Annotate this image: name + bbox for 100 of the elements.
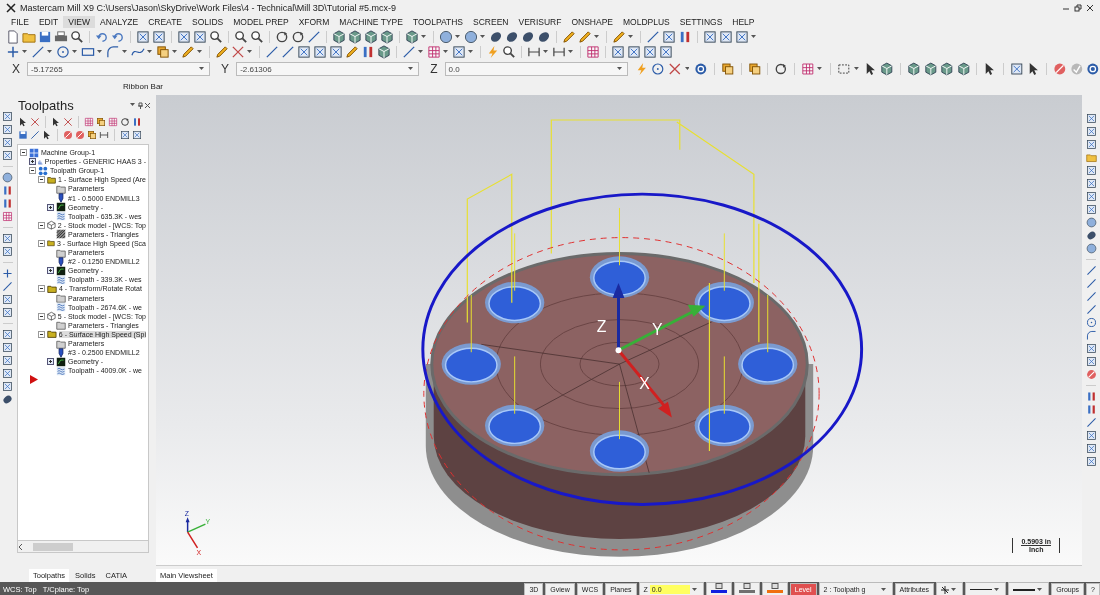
collapse-icon[interactable] [38, 312, 45, 320]
cube-icon[interactable] [906, 62, 921, 76]
grid-icon[interactable] [108, 116, 118, 127]
grid-icon[interactable] [84, 116, 94, 127]
frame-icon[interactable] [1085, 178, 1097, 189]
magnifier-icon[interactable] [70, 29, 84, 44]
frame-icon[interactable] [1085, 204, 1097, 215]
frame-icon[interactable] [136, 29, 150, 44]
disk-icon[interactable] [505, 29, 519, 44]
frame-icon[interactable] [2, 329, 13, 340]
bars-icon[interactable] [1085, 391, 1097, 402]
grid-icon[interactable] [427, 44, 441, 59]
frame-icon[interactable] [1085, 430, 1097, 441]
frame-icon[interactable] [703, 29, 717, 44]
line-icon[interactable] [2, 281, 13, 292]
menu-item[interactable]: SETTINGS [674, 16, 728, 28]
frame-icon[interactable] [1085, 165, 1097, 176]
pencil-icon[interactable] [612, 29, 626, 44]
layers-icon[interactable] [721, 62, 735, 76]
frame-icon[interactable] [2, 137, 13, 148]
frame-icon[interactable] [1085, 356, 1097, 367]
layers-icon[interactable] [156, 44, 170, 59]
frame-icon[interactable] [297, 44, 311, 59]
point-style-dropdown[interactable] [936, 582, 964, 595]
caret-icon[interactable] [684, 67, 690, 71]
frame-icon[interactable] [1085, 191, 1097, 202]
color-button[interactable] [761, 582, 788, 595]
menu-item[interactable]: MOLDPLUS [618, 16, 675, 28]
line-icon[interactable] [307, 29, 321, 44]
sphere-icon[interactable] [2, 172, 13, 183]
cube-icon[interactable] [956, 62, 971, 76]
caret-icon[interactable] [468, 49, 473, 54]
caret-icon[interactable] [408, 67, 414, 71]
frame-icon[interactable] [1085, 139, 1097, 150]
frame-icon[interactable] [735, 29, 749, 44]
frame-icon[interactable] [132, 129, 142, 140]
magnifier-icon[interactable] [502, 44, 516, 59]
caret-icon[interactable] [199, 67, 205, 71]
frame-icon[interactable] [662, 29, 676, 44]
menu-item[interactable]: EDIT [33, 16, 64, 28]
frame-icon[interactable] [643, 44, 657, 59]
caret-icon[interactable] [130, 103, 135, 107]
bars-icon[interactable] [361, 44, 375, 59]
pointer-icon[interactable] [51, 116, 61, 127]
grid-icon[interactable] [800, 62, 815, 76]
bars-icon[interactable] [132, 116, 142, 127]
color-button[interactable] [705, 582, 732, 595]
rotate-icon[interactable] [120, 116, 130, 127]
color-button[interactable] [733, 582, 760, 595]
caret-icon[interactable] [751, 34, 756, 39]
magnifier-icon[interactable] [234, 29, 248, 44]
caret-icon[interactable] [47, 49, 52, 54]
caret-icon[interactable] [543, 49, 548, 54]
frame-icon[interactable] [452, 44, 466, 59]
pencil-icon[interactable] [215, 44, 229, 59]
frame-icon[interactable] [1085, 456, 1097, 467]
frame-icon[interactable] [1085, 126, 1097, 137]
expand-icon[interactable] [47, 267, 54, 275]
help-icon[interactable] [1086, 62, 1100, 76]
line-icon[interactable] [1085, 278, 1097, 289]
menu-item[interactable]: MACHINE TYPE [334, 16, 408, 28]
caret-icon[interactable] [880, 587, 886, 592]
cube-icon[interactable] [940, 62, 954, 76]
scroll-left-icon[interactable] [18, 543, 23, 550]
bars-icon[interactable] [678, 29, 692, 44]
arc-icon[interactable] [1085, 330, 1097, 341]
magnifier-icon[interactable] [209, 29, 223, 44]
check-icon[interactable] [1069, 62, 1084, 76]
document-icon[interactable] [6, 29, 20, 44]
dimension-icon[interactable] [99, 129, 109, 140]
frame-icon[interactable] [120, 129, 130, 140]
caret-icon[interactable] [594, 34, 599, 39]
frame-icon[interactable] [1085, 113, 1097, 124]
menu-item[interactable]: SOLIDS [187, 16, 229, 28]
collapse-icon[interactable] [38, 285, 45, 293]
cross-icon[interactable] [231, 44, 245, 59]
frame-icon[interactable] [2, 307, 13, 318]
close-icon[interactable] [1086, 3, 1094, 12]
rotate-icon[interactable] [275, 29, 289, 44]
caret-icon[interactable] [172, 49, 177, 54]
pencil-icon[interactable] [345, 44, 359, 59]
disk-icon[interactable] [489, 29, 503, 44]
frame-icon[interactable] [2, 342, 13, 353]
pencil-icon[interactable] [562, 29, 576, 44]
frame-icon[interactable] [2, 368, 13, 379]
cross-icon[interactable] [667, 62, 682, 76]
frame-icon[interactable] [2, 111, 13, 122]
frame-icon[interactable] [1010, 62, 1024, 76]
disk-icon[interactable] [2, 394, 13, 405]
cube-icon[interactable] [332, 29, 346, 44]
grid-icon[interactable] [2, 211, 13, 222]
line-icon[interactable] [31, 44, 45, 59]
line-icon[interactable] [1085, 304, 1097, 315]
pin-icon[interactable] [137, 101, 144, 109]
sphere-icon[interactable] [439, 29, 453, 44]
sphere-icon[interactable] [464, 29, 478, 44]
caret-icon[interactable] [691, 587, 697, 592]
expand-icon[interactable] [47, 358, 54, 366]
frame-icon[interactable] [611, 44, 625, 59]
selection-box-icon[interactable] [837, 62, 851, 76]
